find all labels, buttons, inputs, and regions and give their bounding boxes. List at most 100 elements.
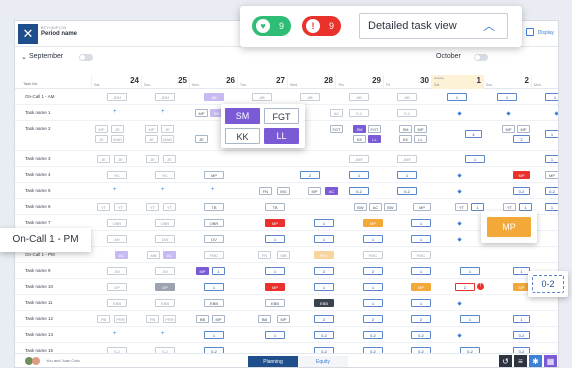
assignment-cell[interactable]: AC [325, 187, 338, 195]
add-icon[interactable]: + [161, 331, 165, 337]
assignment-cell[interactable]: JE [145, 135, 158, 143]
assignment-cell[interactable]: EBB [155, 299, 175, 307]
assignment-cell[interactable]: OV [204, 235, 224, 243]
assignment-cell[interactable]: 1 [519, 203, 532, 211]
assignment-cell[interactable]: BW [384, 203, 397, 211]
assignment-cell[interactable]: KK [353, 135, 366, 143]
assignment-cell[interactable]: MP [196, 267, 209, 275]
assignment-cell[interactable]: SM [353, 125, 366, 133]
assignment-cell[interactable]: 1 [471, 203, 484, 211]
assignment-cell[interactable]: JM [107, 267, 127, 275]
assignment-cell[interactable]: FMC [314, 251, 334, 259]
assignment-cell[interactable]: 1 [204, 283, 224, 291]
ok-filter-pill[interactable]: ♥ 9 [252, 16, 291, 36]
add-icon[interactable]: + [113, 187, 117, 193]
assignment-cell[interactable]: SM [399, 125, 412, 133]
assignment-cell[interactable]: MP [517, 125, 530, 133]
assignment-cell[interactable]: 1 [314, 219, 334, 227]
assignment-cell[interactable]: 2 [363, 267, 383, 275]
assignment-cell[interactable]: JDH [155, 93, 175, 101]
assignment-cell[interactable]: 1 [314, 283, 334, 291]
grid-icon[interactable]: ▦ [544, 355, 557, 367]
assignment-cell[interactable]: YT [163, 203, 176, 211]
assignment-cell[interactable]: AB [397, 93, 417, 101]
assignment-cell[interactable]: 0-2 [314, 331, 334, 339]
assignment-cell[interactable]: FMC [204, 251, 224, 259]
assignment-cell[interactable]: TB [265, 203, 285, 211]
tab-equity[interactable]: Equity [298, 356, 348, 367]
settings-icon[interactable]: ✱ [529, 355, 542, 367]
assignment-cell[interactable]: AC [115, 251, 128, 259]
assignment-cell[interactable]: HC [155, 171, 175, 179]
assignment-cell[interactable]: BB [196, 315, 209, 323]
assignment-cell[interactable]: MG [277, 187, 290, 195]
assignment-cell[interactable]: 0-2 [545, 187, 558, 195]
assignment-cell[interactable]: JMF [397, 155, 417, 163]
popup-option-fgt[interactable]: FGT [264, 108, 299, 124]
assignment-cell[interactable]: DP [107, 283, 127, 291]
undo-icon[interactable]: ↺ [499, 355, 512, 367]
tab-planning[interactable]: Planning [248, 356, 298, 367]
add-icon[interactable]: + [211, 187, 215, 193]
assignment-cell[interactable]: MP [513, 171, 530, 179]
assignment-cell[interactable]: FMC [363, 251, 383, 259]
assignment-cell[interactable]: FN [258, 251, 271, 259]
assignment-cell[interactable]: 1 [447, 93, 467, 101]
mp-callout-cell[interactable]: MP [487, 217, 531, 237]
assignment-cell[interactable]: YT [97, 203, 110, 211]
assignment-cell[interactable]: BW [354, 203, 367, 211]
assignment-cell[interactable]: 2 [300, 171, 320, 179]
assignment-cell[interactable]: MB [147, 251, 160, 259]
assignment-cell[interactable]: 1 [363, 235, 383, 243]
assignment-cell[interactable]: AB [349, 93, 369, 101]
assignment-cell[interactable]: 4 [465, 130, 482, 138]
assignment-cell[interactable]: 1 [411, 299, 431, 307]
assignment-cell[interactable]: MP [411, 283, 431, 291]
assignment-cell[interactable]: EBB [204, 299, 224, 307]
assignment-cell[interactable]: JE [111, 125, 124, 133]
assignment-cell[interactable]: AB [252, 93, 272, 101]
add-icon[interactable]: + [161, 109, 165, 115]
assignment-cell[interactable]: YT [146, 203, 159, 211]
display-icon[interactable] [526, 28, 534, 36]
month-toggle-right[interactable] [474, 54, 488, 61]
assignment-cell[interactable]: LL [414, 135, 427, 143]
assignment-cell[interactable]: 1 [363, 283, 383, 291]
assignment-cell[interactable]: 0-2 [349, 187, 369, 195]
assignment-cell[interactable]: JE [146, 155, 159, 163]
assignment-cell[interactable]: FMC [411, 251, 431, 259]
assignment-cell[interactable]: 1 [411, 235, 431, 243]
assignment-cell[interactable]: 1 [545, 130, 558, 138]
assignment-cell[interactable]: 1 [411, 219, 431, 227]
assignment-cell[interactable]: MP [265, 283, 285, 291]
assignment-cell[interactable]: MP [545, 171, 558, 179]
assignment-cell[interactable]: MP [502, 125, 515, 133]
assignment-cell[interactable]: 1 [497, 93, 517, 101]
assignment-cell[interactable]: EBB [314, 299, 334, 307]
assignment-cell[interactable]: MP [265, 219, 285, 227]
assignment-cell[interactable]: AB [300, 93, 320, 101]
assignment-cell[interactable]: MP [363, 219, 383, 227]
assignment-cell[interactable]: 0-2 [397, 187, 417, 195]
add-icon[interactable]: + [161, 187, 165, 193]
assignment-cell[interactable]: 0-2 [411, 331, 431, 339]
assignment-cell[interactable]: MP [95, 125, 108, 133]
assignment-cell[interactable]: MP [212, 315, 225, 323]
assignment-cell[interactable]: JMF [349, 155, 369, 163]
assignment-cell[interactable]: 1 [513, 315, 530, 323]
assignment-cell[interactable]: PRR [163, 315, 176, 323]
assignment-cell[interactable]: 2 [314, 267, 334, 275]
assignment-cell[interactable]: OBR [204, 219, 224, 227]
add-icon[interactable]: + [113, 331, 117, 337]
assignment-cell[interactable]: PB [97, 315, 110, 323]
assignment-cell[interactable]: 1 [349, 171, 369, 179]
assignment-cell[interactable]: OBR [107, 219, 127, 227]
assignment-cell[interactable]: 1 [212, 267, 225, 275]
assignment-cell[interactable]: 1 [460, 315, 480, 323]
assignment-cell[interactable]: 1 [314, 235, 334, 243]
avatar[interactable] [32, 357, 40, 365]
assignment-cell[interactable]: JM [155, 267, 175, 275]
assignment-cell[interactable]: AC [369, 203, 382, 211]
assignment-cell[interactable]: HC [107, 171, 127, 179]
assignment-cell[interactable]: MP [145, 125, 158, 133]
